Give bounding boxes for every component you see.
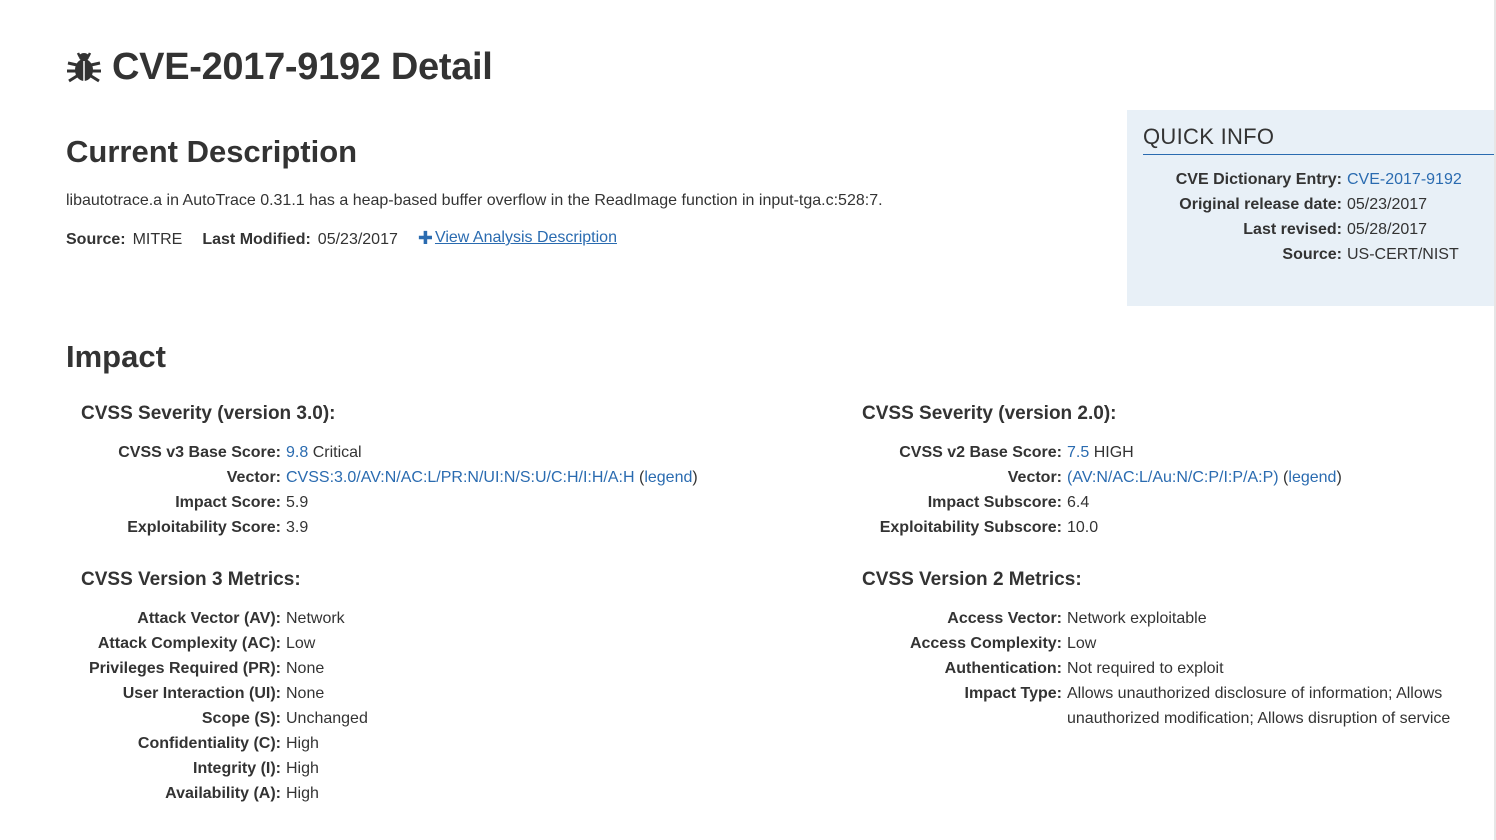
quick-info-divider: [1143, 154, 1494, 155]
release-date-label: Original release date:: [1179, 196, 1342, 213]
metric-value: Allows unauthorized disclosure of inform…: [1067, 685, 1451, 727]
quick-info-panel: QUICK INFO CVE Dictionary Entry: CVE-201…: [1127, 110, 1496, 306]
cvss-v2-vector-link[interactable]: (AV:N/AC:L/Au:N/C:P/I:P/A:P): [1067, 469, 1279, 486]
quick-source-label: Source:: [1282, 246, 1342, 263]
description-heading: Current Description: [66, 134, 358, 169]
cvss-v3-metric-row: Availability (A): High: [0, 781, 319, 806]
cvss-v2-impact-row: Impact Subscore: 6.4: [0, 490, 1090, 515]
last-revised-label: Last revised:: [1243, 221, 1342, 238]
cvss-v2-legend-link[interactable]: legend: [1288, 469, 1336, 486]
cvss-v2-vector-row: Vector: (AV:N/AC:L/Au:N/C:P/I:P/A:P) (le…: [0, 465, 1342, 490]
last-revised-value: 05/28/2017: [1347, 221, 1428, 238]
cvss-v2-metrics-heading: CVSS Version 2 Metrics:: [862, 569, 1082, 590]
metric-value: High: [286, 760, 319, 777]
description-text: libautotrace.a in AutoTrace 0.31.1 has a…: [66, 192, 883, 209]
cvss-v2-metric-row: Authentication: Not required to exploit: [0, 656, 1224, 681]
quick-info-row: Original release date: 05/23/2017: [1127, 192, 1496, 217]
view-analysis-link[interactable]: View Analysis Description: [435, 227, 617, 249]
last-modified-label: Last Modified:: [202, 231, 311, 248]
cvss-v2-impact-value: 6.4: [1067, 494, 1090, 511]
source-value: MITRE: [132, 231, 183, 248]
metric-label: Impact Type:: [964, 685, 1063, 702]
cvss-v2-exploit-label: Exploitability Subscore:: [879, 519, 1062, 536]
quick-info-row: Source: US-CERT/NIST: [1127, 242, 1496, 267]
quick-source-value: US-CERT/NIST: [1347, 246, 1459, 263]
plus-icon: ✚: [417, 228, 433, 248]
cvss-v2-metric-row: Access Complexity: Low: [0, 631, 1096, 656]
view-analysis-link-wrap[interactable]: ✚ View Analysis Description: [418, 227, 617, 249]
metric-label: Access Vector:: [947, 610, 1062, 627]
cvss-v2-base-score-label: CVSS v2 Base Score:: [899, 444, 1062, 461]
description-meta: Source: MITRE Last Modified: 05/23/2017 …: [66, 227, 617, 251]
metric-value: High: [286, 785, 319, 802]
metric-label: Authentication:: [944, 660, 1062, 677]
metric-label: Access Complexity:: [909, 635, 1062, 652]
cve-entry-label: CVE Dictionary Entry:: [1175, 171, 1342, 188]
quick-info-row: CVE Dictionary Entry: CVE-2017-9192: [1127, 167, 1496, 192]
metric-value: Low: [1067, 635, 1097, 652]
metric-value: Network exploitable: [1067, 610, 1207, 627]
cvss-v2-exploit-row: Exploitability Subscore: 10.0: [0, 515, 1098, 540]
metric-label: Availability (A):: [165, 785, 281, 802]
cvss-v2-base-score-row: CVSS v2 Base Score: 7.5 HIGH: [0, 440, 1133, 465]
cvss-v2-base-score-link[interactable]: 7.5: [1067, 444, 1089, 461]
last-modified-value: 05/23/2017: [317, 231, 398, 248]
cvss-v3-severity-heading: CVSS Severity (version 3.0):: [81, 403, 336, 424]
cvss-v2-metric-row: Impact Type: Allows unauthorized disclos…: [0, 681, 1451, 731]
release-date-value: 05/23/2017: [1347, 196, 1428, 213]
metric-label: Integrity (I):: [193, 760, 281, 777]
cvss-v2-severity-heading: CVSS Severity (version 2.0):: [862, 403, 1117, 424]
cvss-v3-metric-row: Integrity (I): High: [0, 756, 319, 781]
cvss-v2-severity: HIGH: [1093, 444, 1134, 461]
source-label: Source:: [66, 231, 126, 248]
cve-entry-link[interactable]: CVE-2017-9192: [1347, 171, 1462, 188]
quick-info-row: Last revised: 05/28/2017: [1127, 217, 1496, 242]
impact-heading: Impact: [66, 339, 166, 374]
cvss-v3-metric-row: Confidentiality (C): High: [0, 731, 319, 756]
cvss-v2-vector-label: Vector:: [1007, 469, 1062, 486]
page-heading: CVE-2017-9192 Detail: [112, 46, 493, 88]
metric-value: High: [286, 735, 319, 752]
cvss-v2-metric-row: Access Vector: Network exploitable: [0, 606, 1206, 631]
cvss-v2-exploit-value: 10.0: [1067, 519, 1099, 536]
bug-icon: [66, 49, 102, 85]
cvss-v2-impact-label: Impact Subscore:: [927, 494, 1062, 511]
page-title: CVE-2017-9192 Detail: [66, 44, 493, 90]
cvss-v3-metrics-heading: CVSS Version 3 Metrics:: [81, 569, 301, 590]
metric-value: Not required to exploit: [1067, 660, 1224, 677]
metric-label: Confidentiality (C):: [137, 735, 281, 752]
quick-info-title: QUICK INFO: [1143, 124, 1275, 149]
